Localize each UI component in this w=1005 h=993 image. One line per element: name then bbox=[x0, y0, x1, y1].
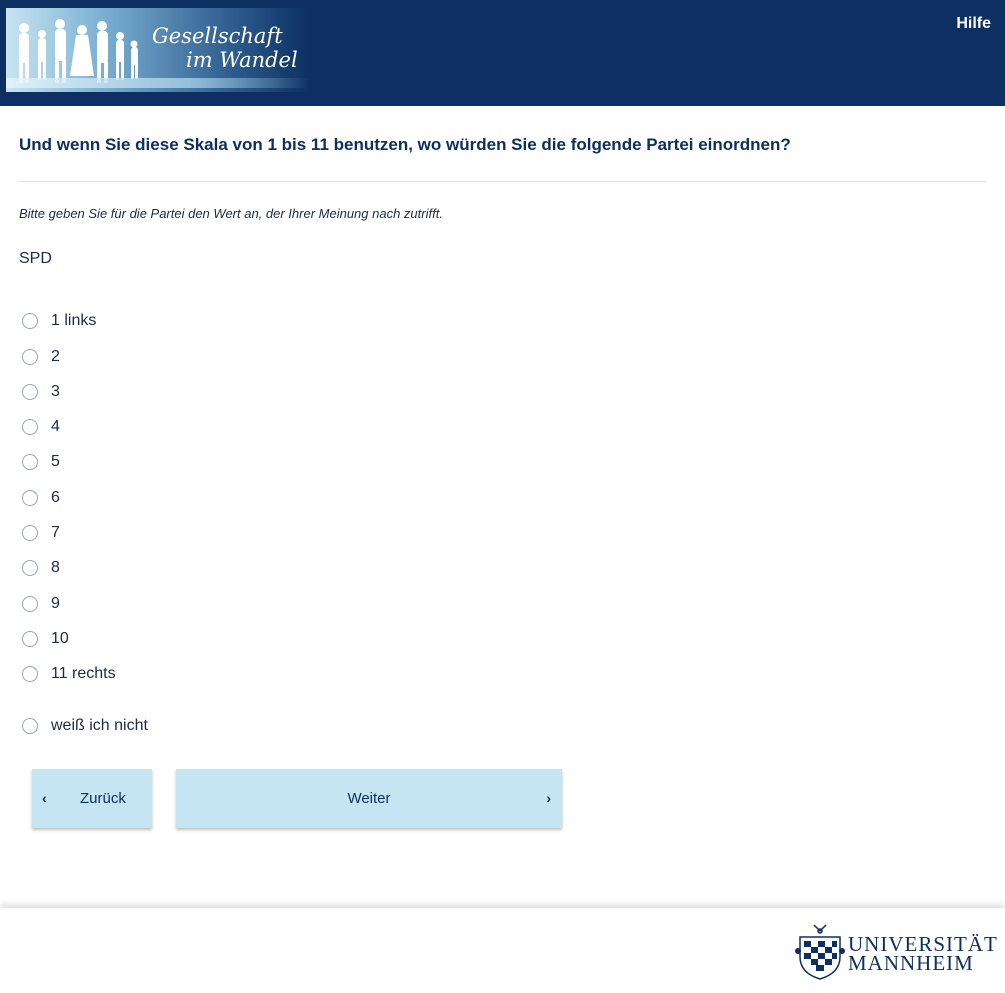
option-weiss-ich-nicht[interactable]: weiß ich nicht bbox=[22, 715, 148, 737]
logo-line1: Gesellschaft bbox=[152, 24, 283, 48]
option-10[interactable]: 10 bbox=[22, 628, 69, 650]
option-label: 4 bbox=[51, 418, 60, 435]
logo-text: Gesellschaft im Wandel bbox=[152, 24, 298, 72]
radio-button[interactable] bbox=[22, 313, 38, 329]
option-4[interactable]: 4 bbox=[22, 416, 60, 438]
next-button-label: Weiter bbox=[347, 790, 391, 807]
option-label: 3 bbox=[51, 383, 60, 400]
footer: UNIVERSITÄT MANNHEIM bbox=[0, 908, 1005, 993]
option-8[interactable]: 8 bbox=[22, 557, 60, 579]
radio-button[interactable] bbox=[22, 525, 38, 541]
option-label: 7 bbox=[51, 524, 60, 541]
option-3[interactable]: 3 bbox=[22, 381, 60, 403]
option-6[interactable]: 6 bbox=[22, 487, 60, 509]
radio-button[interactable] bbox=[22, 718, 38, 734]
university-name-line2: MANNHEIM bbox=[848, 951, 974, 975]
option-label: 10 bbox=[51, 630, 69, 647]
option-label: weiß ich nicht bbox=[51, 717, 148, 734]
radio-button[interactable] bbox=[22, 384, 38, 400]
divider bbox=[19, 181, 986, 182]
option-label: 9 bbox=[51, 595, 60, 612]
header: Gesellschaft im Wandel Hilfe bbox=[0, 0, 1005, 106]
chevron-right-icon: › bbox=[546, 790, 551, 806]
radio-button[interactable] bbox=[22, 560, 38, 576]
gesellschaft-im-wandel-logo: Gesellschaft im Wandel bbox=[6, 8, 310, 92]
option-2[interactable]: 2 bbox=[22, 346, 60, 368]
radio-button[interactable] bbox=[22, 596, 38, 612]
option-1-links[interactable]: 1 links bbox=[22, 310, 96, 332]
back-button-label: Zurück bbox=[80, 790, 126, 807]
back-button[interactable]: ‹ Zurück bbox=[32, 769, 152, 828]
radio-button[interactable] bbox=[22, 349, 38, 365]
radio-button[interactable] bbox=[22, 490, 38, 506]
radio-button[interactable] bbox=[22, 454, 38, 470]
chevron-left-icon: ‹ bbox=[42, 790, 47, 806]
option-11-rechts[interactable]: 11 rechts bbox=[22, 663, 116, 685]
option-5[interactable]: 5 bbox=[22, 451, 60, 473]
radio-button[interactable] bbox=[22, 631, 38, 647]
option-7[interactable]: 7 bbox=[22, 522, 60, 544]
option-label: 1 links bbox=[51, 312, 97, 329]
option-label: 5 bbox=[51, 453, 60, 470]
logo-wave bbox=[6, 78, 310, 88]
option-label: 2 bbox=[51, 348, 60, 365]
radio-button[interactable] bbox=[22, 419, 38, 435]
question-instruction: Bitte geben Sie für die Partei den Wert … bbox=[19, 206, 443, 221]
university-name: UNIVERSITÄT MANNHEIM bbox=[848, 934, 998, 975]
option-label: 8 bbox=[51, 559, 60, 576]
university-crest-icon bbox=[795, 924, 845, 980]
radio-button[interactable] bbox=[22, 666, 38, 682]
option-label: 6 bbox=[51, 489, 60, 506]
family-silhouettes-icon bbox=[19, 19, 138, 83]
next-button[interactable]: Weiter › bbox=[176, 769, 562, 828]
option-9[interactable]: 9 bbox=[22, 593, 60, 615]
question-title: Und wenn Sie diese Skala von 1 bis 11 be… bbox=[19, 135, 791, 154]
universitaet-mannheim-logo: UNIVERSITÄT MANNHEIM bbox=[794, 923, 997, 983]
party-label: SPD bbox=[19, 250, 52, 267]
option-label: 11 rechts bbox=[51, 665, 116, 682]
help-link[interactable]: Hilfe bbox=[956, 15, 991, 33]
logo-line2: im Wandel bbox=[186, 48, 298, 72]
